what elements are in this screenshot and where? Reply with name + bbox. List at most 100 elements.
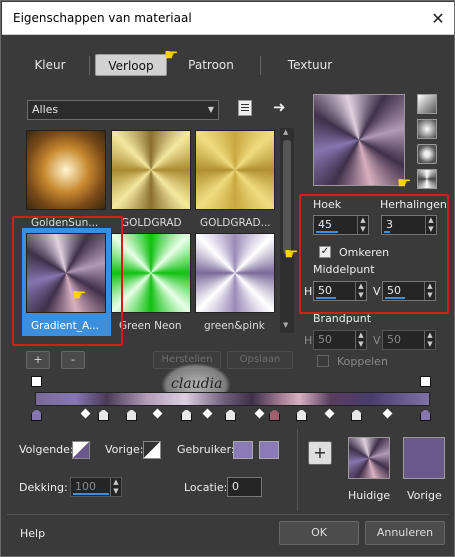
next-label: Volgende:: [19, 443, 74, 456]
rectangular-style-icon[interactable]: [417, 144, 437, 164]
arrow-right-icon[interactable]: ➜: [273, 98, 286, 116]
user-color-swatch[interactable]: [233, 441, 253, 459]
spin-arrows-icon[interactable]: ▲ ▼: [424, 331, 435, 349]
pointing-hand-icon: ☛: [397, 173, 412, 192]
opacity-value: 100: [75, 480, 96, 493]
angle-value: 45: [318, 218, 332, 231]
close-icon[interactable]: ✕: [426, 7, 450, 31]
link-label[interactable]: Koppelen: [337, 355, 388, 368]
repeats-value: 3: [386, 218, 393, 231]
focal-label: Brandpunt: [313, 312, 372, 325]
current-label: Huidige: [348, 489, 391, 502]
gradient-thumb-label: green&pink: [204, 320, 265, 332]
repeats-label: Herhalingen: [380, 198, 447, 211]
previous-color-swatch[interactable]: [403, 437, 445, 479]
tab-patroon[interactable]: Patroon: [176, 54, 246, 76]
add-to-swatches-button[interactable]: +: [308, 441, 332, 465]
book-icon[interactable]: [238, 100, 252, 116]
focal-h-label: H: [304, 334, 313, 347]
tab-separator: [89, 56, 90, 75]
spin-arrows-icon[interactable]: ▲ ▼: [355, 282, 366, 300]
scroll-down-icon[interactable]: ▼: [283, 321, 288, 329]
focal-h-spinbox[interactable]: 50 ▲ ▼: [313, 330, 367, 350]
gradient-thumb-label: GOLDGRAD...: [200, 217, 271, 229]
watermark-text: claudia: [171, 376, 223, 392]
repeats-spinbox[interactable]: 3 ▲ ▼: [381, 215, 437, 235]
cancel-button[interactable]: Annuleren: [365, 521, 445, 545]
midpoint-marker[interactable]: [202, 408, 213, 419]
focal-v-spinbox[interactable]: 50 ▲ ▼: [382, 330, 436, 350]
opacity-stop[interactable]: [420, 376, 431, 387]
user-color-swatch[interactable]: [259, 441, 279, 459]
opacity-label: Dekking:: [19, 481, 68, 494]
highlight-box-gallery: [12, 216, 123, 346]
help-link[interactable]: Help: [20, 527, 45, 540]
spin-arrows-icon[interactable]: ▲ ▼: [357, 216, 368, 234]
prev-label: Vorige:: [105, 443, 144, 456]
midpoint-marker[interactable]: [80, 408, 91, 419]
opacity-stop[interactable]: [31, 376, 42, 387]
sunburst-style-icon[interactable]: [417, 169, 437, 189]
midpoint-marker[interactable]: [254, 408, 265, 419]
next-stop-swatch[interactable]: [72, 441, 90, 459]
spin-arrows-icon[interactable]: ▲ ▼: [110, 478, 121, 496]
radial-style-icon[interactable]: [417, 119, 437, 139]
color-stop[interactable]: [296, 409, 307, 421]
color-stop[interactable]: [181, 409, 192, 421]
gradient-thumb-label: GOLDGRAD: [121, 217, 182, 229]
color-stop[interactable]: [126, 409, 137, 421]
color-stop[interactable]: [31, 409, 42, 421]
gradient-editor-bar[interactable]: [35, 392, 430, 406]
spin-arrows-icon[interactable]: ▲ ▼: [424, 282, 435, 300]
color-stop[interactable]: [98, 409, 109, 421]
link-checkbox[interactable]: [317, 355, 329, 367]
category-dropdown[interactable]: Alles ▼: [27, 100, 219, 120]
user-label: Gebruiker:: [177, 443, 235, 456]
gradient-thumb-goldensun[interactable]: [26, 130, 106, 210]
mid-v-value: 50: [387, 284, 401, 297]
linear-style-icon[interactable]: [417, 94, 437, 114]
mid-v-spinbox[interactable]: 50 ▲ ▼: [382, 281, 436, 301]
gradient-thumb-goldgrad-2[interactable]: [195, 130, 275, 210]
color-stop[interactable]: [269, 409, 280, 421]
mid-h-spinbox[interactable]: 50 ▲ ▼: [313, 281, 367, 301]
gradient-thumb-green-pink[interactable]: [195, 233, 275, 313]
scrollbar-thumb[interactable]: [283, 140, 291, 254]
opacity-spinbox[interactable]: 100 ▲ ▼: [70, 477, 122, 497]
reverse-label[interactable]: Omkeren: [339, 246, 389, 259]
title-bar: Eigenschappen van materiaal ✕: [2, 2, 454, 35]
spin-arrows-icon[interactable]: ▲ ▼: [425, 216, 436, 234]
angle-label: Hoek: [313, 198, 342, 211]
gallery-scrollbar[interactable]: ▲ ▼: [280, 128, 294, 333]
remove-gradient-button[interactable]: -: [61, 351, 85, 369]
angle-slider-fill: [316, 231, 338, 233]
midpoint-marker[interactable]: [152, 408, 163, 419]
mid-v-label: V: [373, 285, 381, 298]
ok-button[interactable]: OK: [279, 521, 359, 545]
location-value: 0: [232, 480, 239, 493]
scroll-up-icon[interactable]: ▲: [283, 128, 288, 136]
color-stop[interactable]: [420, 409, 431, 421]
gradient-thumb-label: Green Neon: [119, 320, 182, 332]
midpoint-marker[interactable]: [324, 408, 335, 419]
color-stop[interactable]: [225, 409, 236, 421]
tab-verloop[interactable]: Verloop: [95, 54, 167, 76]
prev-stop-swatch[interactable]: [143, 441, 161, 459]
window-title: Eigenschappen van materiaal: [13, 11, 192, 25]
gradient-preview[interactable]: [313, 94, 405, 186]
add-gradient-button[interactable]: +: [26, 351, 50, 369]
reverse-checkbox[interactable]: ✓: [319, 246, 331, 258]
save-button[interactable]: Opslaan: [227, 351, 293, 369]
tab-kleur[interactable]: Kleur: [15, 54, 85, 76]
panel-divider: [297, 429, 298, 511]
angle-spinbox[interactable]: 45 ▲ ▼: [313, 215, 369, 235]
footer-divider: [7, 514, 449, 515]
current-gradient-swatch[interactable]: [348, 437, 390, 479]
spin-arrows-icon[interactable]: ▲ ▼: [355, 331, 366, 349]
gradient-thumb-green-neon[interactable]: [111, 233, 191, 313]
location-input[interactable]: 0: [227, 477, 262, 497]
tab-textuur[interactable]: Textuur: [275, 54, 345, 76]
midpoint-marker[interactable]: [382, 408, 393, 419]
gradient-thumb-goldgrad[interactable]: [111, 130, 191, 210]
color-stop[interactable]: [351, 409, 362, 421]
